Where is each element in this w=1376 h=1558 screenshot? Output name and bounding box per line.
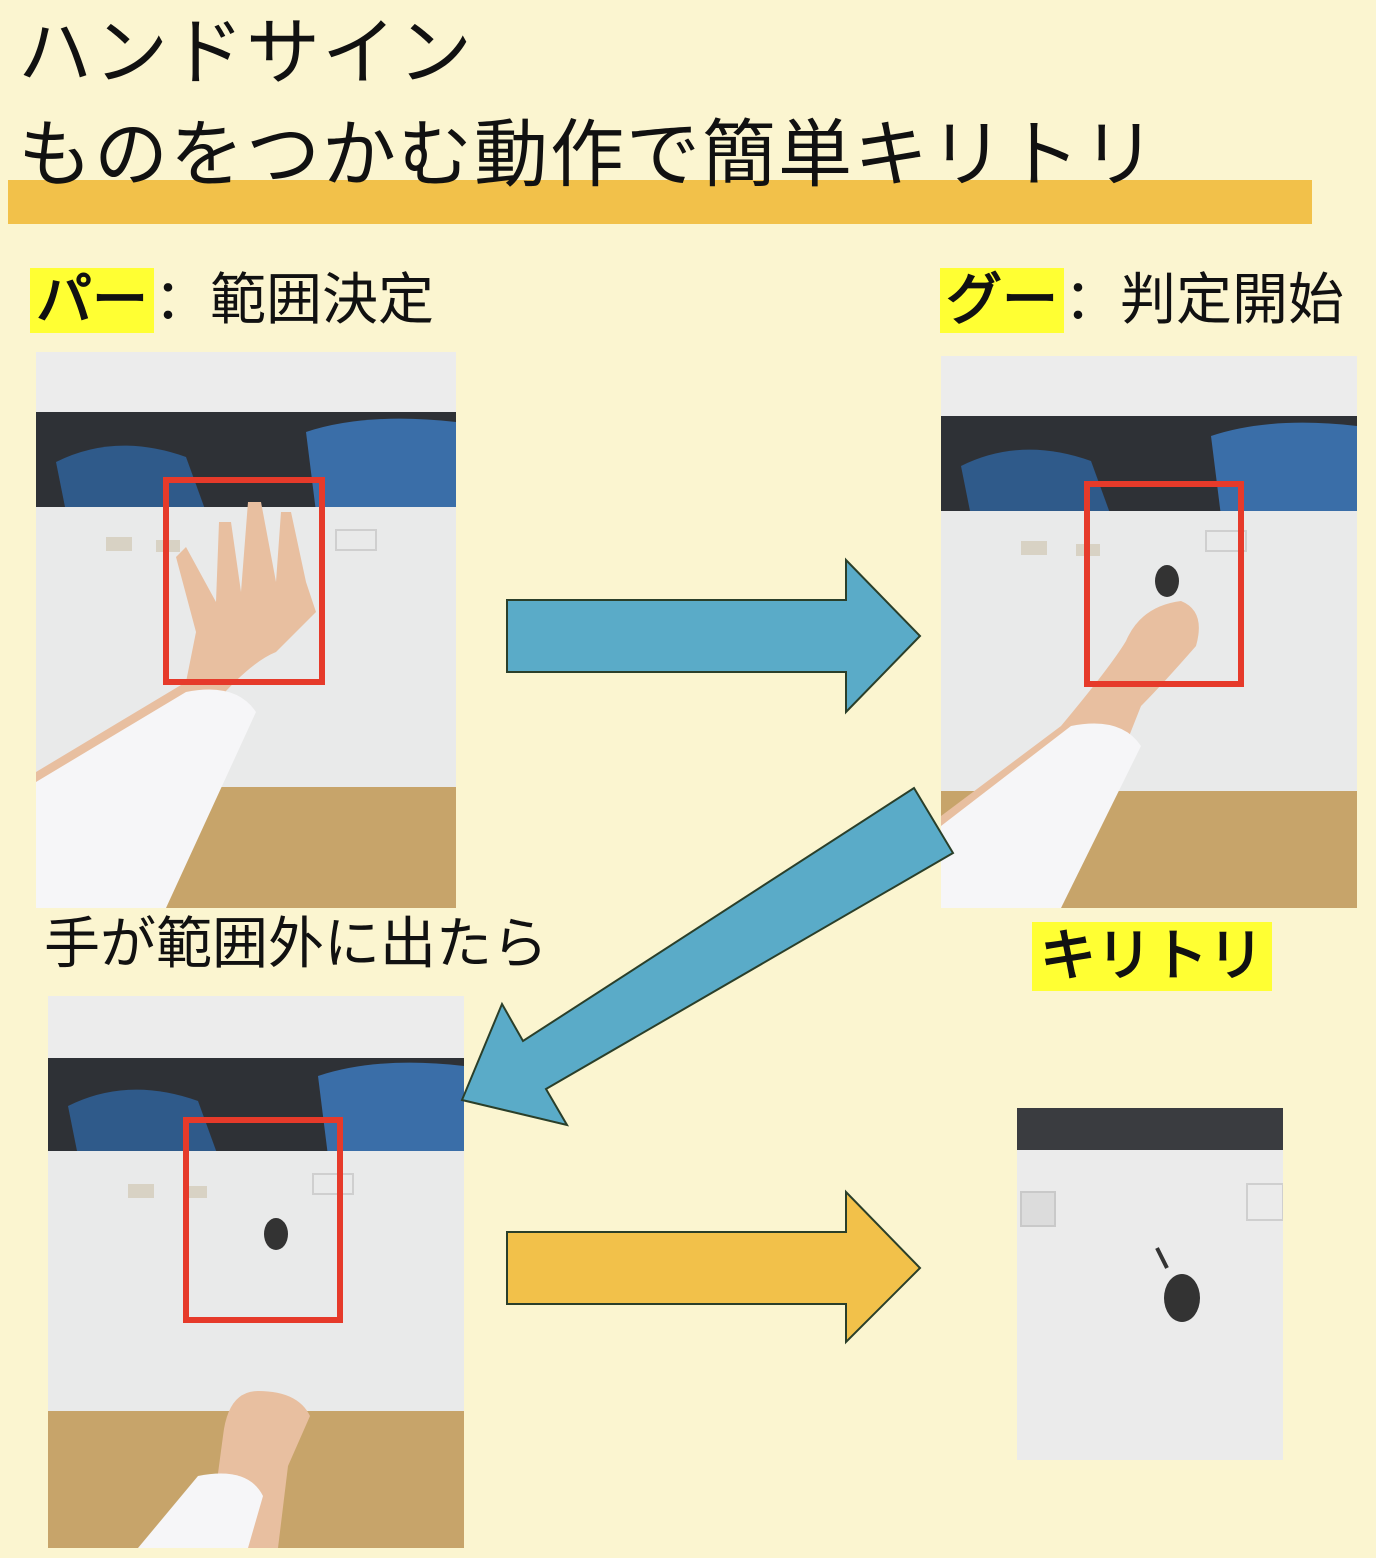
arrow-right-yellow (506, 1189, 922, 1345)
arrow-diagonal-blue (460, 786, 955, 1127)
arrow-right-blue (506, 557, 922, 715)
arrows-layer (460, 557, 955, 1345)
